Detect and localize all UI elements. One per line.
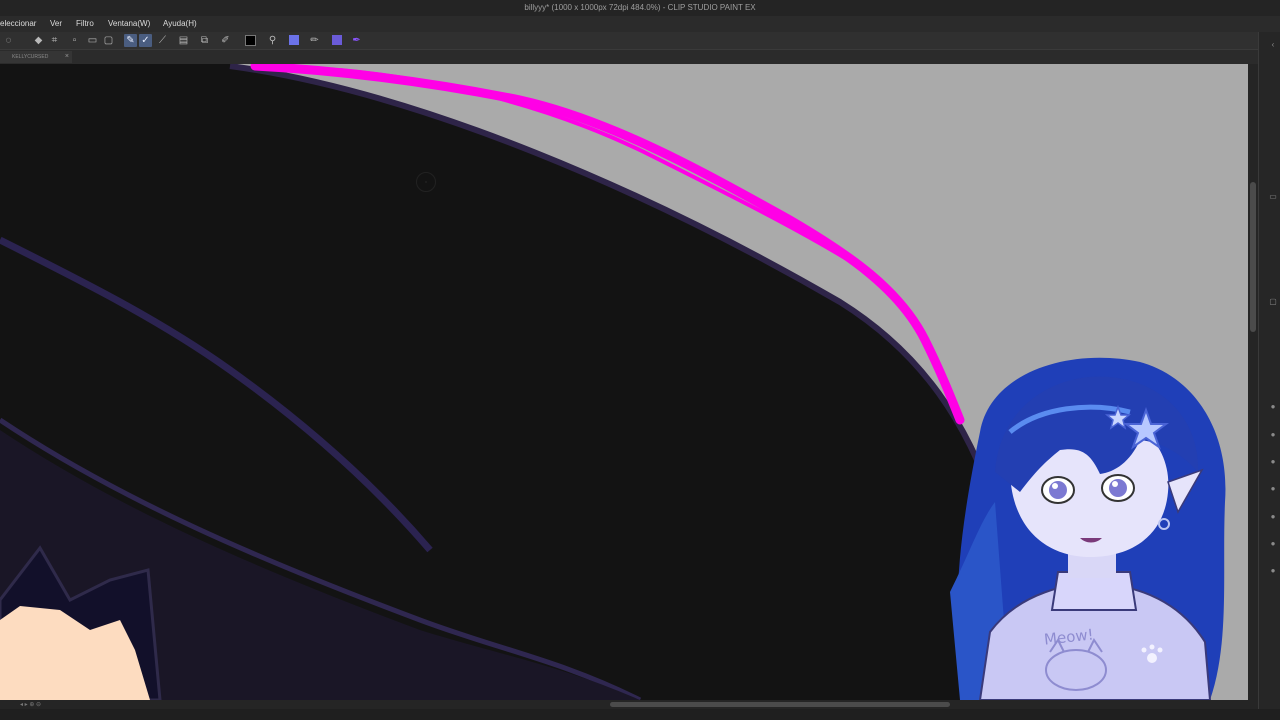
eye-icon[interactable]: ● xyxy=(1268,457,1278,467)
eye-icon[interactable]: ● xyxy=(1268,430,1278,440)
horizontal-scroll-thumb[interactable] xyxy=(610,702,950,707)
purple-pen-icon[interactable]: ✒ xyxy=(350,34,363,47)
line-icon[interactable]: ▢ xyxy=(102,34,115,47)
pen-tool-icon[interactable]: ✏ xyxy=(308,34,321,47)
menu-select[interactable]: eleccionar xyxy=(0,16,36,32)
pencil-icon[interactable]: ✓ xyxy=(139,34,152,47)
menu-bar: eleccionar Ver Filtro Ventana(W) Ayuda(H… xyxy=(0,16,1280,32)
menu-window[interactable]: Ventana(W) xyxy=(108,16,150,32)
collapse-icon[interactable]: ‹ xyxy=(1268,40,1278,50)
gradient-icon[interactable] xyxy=(330,34,343,47)
pen-icon[interactable]: ✎ xyxy=(124,34,137,47)
right-panel-strip: ‹ ▭ ▢ ● ● ● ● ● ● ● xyxy=(1258,32,1280,720)
brush-cursor xyxy=(416,172,436,192)
clear-icon[interactable]: ▫ xyxy=(68,34,81,47)
transform-icon[interactable]: ⌗ xyxy=(48,34,61,47)
document-tab[interactable]: KELLYCURSED × xyxy=(0,51,72,63)
lasso-icon[interactable]: ◌ xyxy=(2,34,15,47)
eyedropper-icon[interactable]: ⚲ xyxy=(266,34,279,47)
menu-help[interactable]: Ayuda(H) xyxy=(163,16,197,32)
status-bar xyxy=(0,709,1280,720)
eye-icon[interactable]: ● xyxy=(1268,402,1278,412)
vertical-scroll-thumb[interactable] xyxy=(1250,182,1256,332)
panel-icon[interactable]: ▭ xyxy=(1268,192,1278,202)
navigator-controls[interactable]: ◂ ▸ ⊕ ⊖ xyxy=(20,702,100,708)
menu-view[interactable]: Ver xyxy=(50,16,62,32)
horizontal-scrollbar[interactable]: ◂ ▸ ⊕ ⊖ xyxy=(0,700,1258,709)
window-title: billyyy* (1000 x 1000px 72dpi 484.0%) - … xyxy=(0,0,1280,16)
layer-panel-icon[interactable]: ▢ xyxy=(1268,297,1278,307)
magic-wand-icon[interactable] xyxy=(287,34,300,47)
eye-icon[interactable]: ● xyxy=(1268,484,1278,494)
webcam-avatar: Meow! xyxy=(940,352,1250,700)
layer-icon[interactable]: ▤ xyxy=(177,34,190,47)
command-bar: ◌ ◆ ⌗ ▫ ▭ ▢ ✎ ✓ ⟋ ▤ ⧉ ✐ ⚲ ✏ ✒ xyxy=(0,32,1280,49)
eye-icon[interactable]: ● xyxy=(1268,539,1278,549)
crop-icon[interactable]: ▭ xyxy=(86,34,99,47)
pen-settings-icon[interactable]: ✐ xyxy=(219,34,232,47)
close-icon[interactable]: × xyxy=(65,51,69,63)
vector-icon[interactable]: ⧉ xyxy=(198,34,211,47)
document-tab-label: KELLYCURSED xyxy=(12,54,49,60)
document-tab-bar: KELLYCURSED × xyxy=(0,49,1280,64)
color-swatch-icon[interactable] xyxy=(244,34,257,47)
ruler-icon[interactable]: ⟋ xyxy=(156,34,169,47)
menu-filter[interactable]: Filtro xyxy=(76,16,94,32)
fill-icon[interactable]: ◆ xyxy=(32,34,45,47)
eye-icon[interactable]: ● xyxy=(1268,566,1278,576)
eye-icon[interactable]: ● xyxy=(1268,512,1278,522)
vertical-scrollbar[interactable] xyxy=(1248,64,1258,700)
